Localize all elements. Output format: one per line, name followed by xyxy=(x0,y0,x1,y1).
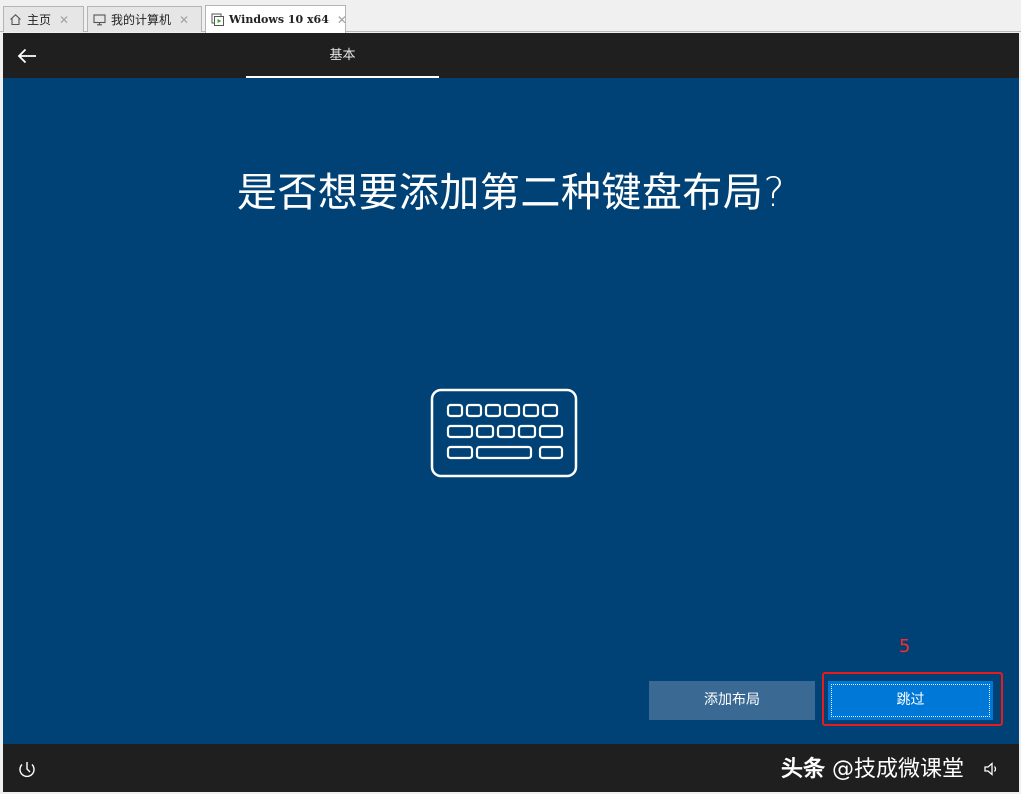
ease-of-access-button[interactable] xyxy=(17,759,37,779)
arrow-left-icon xyxy=(17,48,36,64)
vm-tab-strip: 主页 ✕ 我的计算机 ✕ Windows 10 x64 ✕ xyxy=(0,0,1021,33)
tab-my-computer[interactable]: 我的计算机 ✕ xyxy=(87,6,202,32)
tab-label: 我的计算机 xyxy=(111,13,172,27)
close-icon[interactable]: ✕ xyxy=(337,13,347,27)
close-icon[interactable]: ✕ xyxy=(59,13,69,27)
watermark: 头条 @技成微课堂 xyxy=(781,751,964,783)
tab-label: Windows 10 x64 xyxy=(229,13,329,26)
tab-label: 主页 xyxy=(27,13,52,27)
volume-icon xyxy=(984,762,997,776)
watermark-prefix: 头条 xyxy=(781,757,826,782)
add-layout-button[interactable]: 添加布局 xyxy=(649,681,815,720)
close-icon[interactable]: ✕ xyxy=(179,13,189,27)
home-icon xyxy=(9,13,22,26)
tab-home[interactable]: 主页 ✕ xyxy=(3,6,84,32)
oobe-bottom-bar: 头条 @技成微课堂 xyxy=(3,744,1019,792)
volume-button[interactable] xyxy=(983,760,1001,778)
annotation-step-number: 5 xyxy=(899,636,911,657)
vm-icon xyxy=(211,13,224,26)
oobe-top-bar: 基本 xyxy=(3,33,1019,78)
skip-button[interactable]: 跳过 xyxy=(828,681,993,720)
keyboard-icon xyxy=(430,388,578,478)
computer-icon xyxy=(93,13,106,26)
step-indicator xyxy=(246,76,439,78)
ease-of-access-icon xyxy=(19,762,35,778)
step-label-basic: 基本 xyxy=(329,48,356,63)
tab-windows-10-x64[interactable]: Windows 10 x64 ✕ xyxy=(205,5,347,33)
watermark-handle: @技成微课堂 xyxy=(832,757,965,782)
page-title: 是否想要添加第二种键盘布局? xyxy=(236,170,786,216)
back-button[interactable] xyxy=(13,42,41,70)
vm-screen: 基本 是否想要添加第二种键盘布局? 5 添加布局 跳过 头条 @技成微课堂 xyxy=(3,33,1019,792)
